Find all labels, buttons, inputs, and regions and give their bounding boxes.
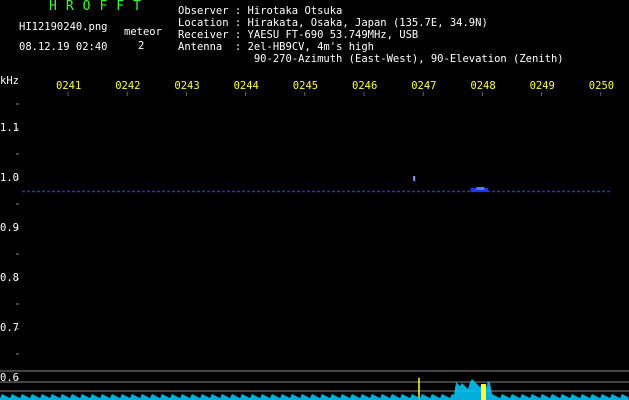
time-tick-label: 0248 [470, 80, 496, 92]
frequency-tick-label: 0.9 [0, 222, 19, 234]
meteor-echo [413, 176, 416, 181]
location-value: Hirakata, Osaka, Japan (135.7E, 34.9N) [247, 17, 488, 29]
frequency-tick-label: 0.7 [0, 322, 19, 334]
receiver-value: YAESU FT-690 53.749MHz, USB [247, 29, 419, 41]
time-tick-label: 0241 [56, 80, 82, 92]
observer-value: Hirotaka Otsuka [247, 5, 343, 17]
receiver-label: Receiver [178, 29, 229, 41]
meteor-count-value: 2 [138, 40, 145, 52]
station-info: Observer : Hirotaka Otsuka Location : Hi… [178, 5, 564, 65]
time-tick-label: 0244 [233, 80, 259, 92]
observer-label: Observer [178, 5, 229, 17]
frequency-tick-label: 1.0 [0, 172, 19, 184]
y-axis-unit: kHz [0, 75, 19, 87]
time-tick-label: 0250 [588, 80, 615, 92]
observation-datetime: 08.12.19 02:40 [19, 41, 108, 53]
antenna-direction: 90-270-Azimuth (East-West), 90-Elevation… [253, 53, 564, 65]
antenna-value: 2el-HB9CV, 4m's high [247, 41, 374, 53]
location-label: Location [178, 17, 229, 29]
frequency-tick-label: 0.8 [0, 272, 19, 284]
time-tick-label: 0243 [174, 80, 200, 92]
hrofft-screen: HROFFT HI12190240.png 08.12.19 02:40 met… [0, 0, 629, 400]
time-tick-label: 0245 [292, 80, 319, 92]
meteor-echo-core [476, 187, 485, 190]
time-tick-label: 0242 [115, 80, 141, 92]
spectrum-peak [481, 384, 486, 400]
app-brand: HROFFT [49, 0, 150, 14]
frequency-tick-label: 1.1 [0, 122, 19, 134]
time-tick-label: 0249 [529, 80, 555, 92]
meteor-count-label: meteor [124, 26, 162, 38]
time-tick-label: 0247 [411, 80, 437, 92]
antenna-label: Antenna [178, 41, 223, 53]
time-tick-label: 0246 [352, 80, 378, 92]
frequency-tick-label: 0.6 [0, 372, 19, 384]
image-filename: HI12190240.png [19, 21, 108, 33]
